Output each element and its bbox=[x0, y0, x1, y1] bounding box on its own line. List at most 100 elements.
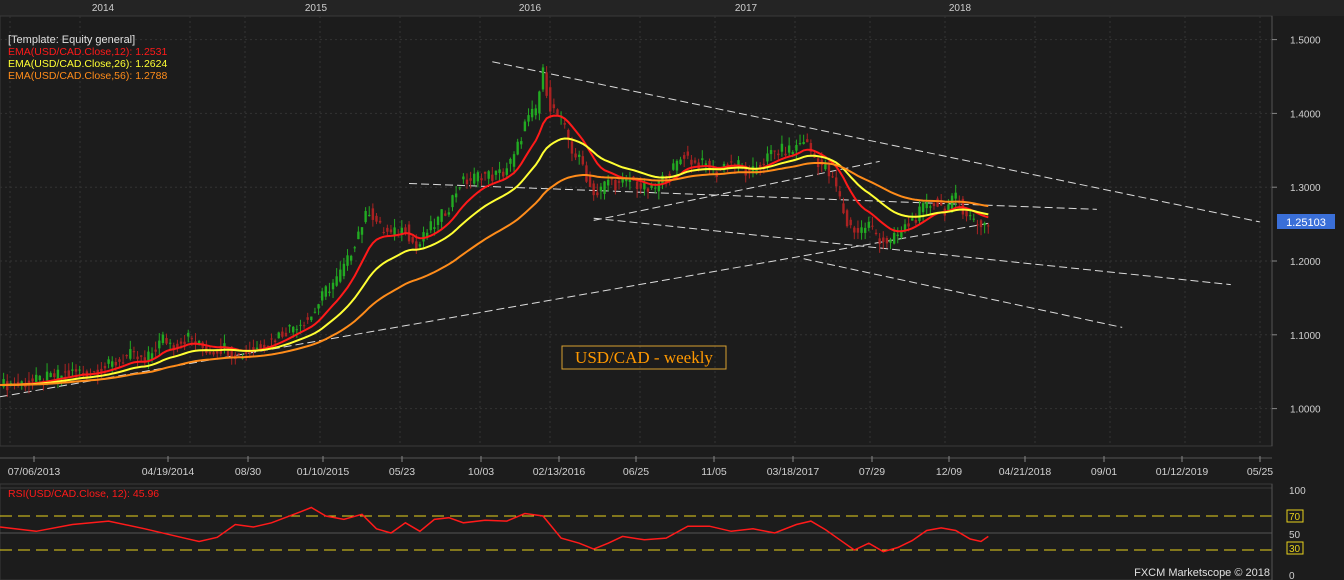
candle-body bbox=[154, 349, 157, 352]
legend-value: 1.2624 bbox=[135, 58, 167, 70]
candle-body bbox=[353, 247, 356, 249]
candle-body bbox=[208, 351, 212, 354]
x-tick-label: 04/19/2014 bbox=[142, 466, 195, 478]
candle-body bbox=[375, 215, 378, 222]
candle-body bbox=[690, 159, 693, 165]
candle-body bbox=[273, 340, 277, 342]
candle-body bbox=[798, 143, 802, 145]
candle-body bbox=[748, 169, 751, 171]
candle-body bbox=[585, 165, 588, 182]
candle-body bbox=[74, 369, 78, 372]
candle-body bbox=[520, 141, 523, 145]
candle-body bbox=[570, 141, 574, 154]
candle-body bbox=[871, 225, 874, 227]
candle-body bbox=[277, 332, 280, 339]
legend-entry: EMA(USD/CAD.Close,26): 1.2624 bbox=[8, 58, 167, 70]
candle-body bbox=[599, 186, 603, 192]
price-chart: 2014 2015 2016 2017 2018 1.0000 1.1000 1.2000 1… bbox=[0, 0, 1344, 580]
candle-body bbox=[67, 370, 70, 376]
candle-body bbox=[422, 232, 425, 242]
candle-body bbox=[491, 174, 494, 181]
candle-body bbox=[530, 108, 534, 118]
candle-body bbox=[168, 342, 172, 344]
rsi-tick-label: 0 bbox=[1289, 571, 1295, 580]
y-tick-label: 1.2000 bbox=[1290, 257, 1321, 268]
candle-body bbox=[512, 154, 516, 167]
candle-body bbox=[132, 351, 136, 353]
x-tick-label: 01/12/2019 bbox=[1156, 466, 1209, 478]
candle-body bbox=[968, 215, 972, 217]
footer-credit: FXCM Marketscope © 2018 bbox=[1134, 567, 1270, 579]
candle-body bbox=[538, 91, 541, 114]
x-tick-label: 10/03 bbox=[468, 466, 494, 478]
candle-body bbox=[541, 67, 545, 90]
candle-body bbox=[505, 168, 508, 175]
candle-body bbox=[730, 161, 733, 163]
candle-body bbox=[672, 163, 675, 170]
candle-body bbox=[773, 150, 776, 152]
candle-body bbox=[578, 154, 581, 157]
rsi-tick-label: 30 bbox=[1289, 544, 1301, 555]
candle-body bbox=[216, 351, 219, 354]
last-price-value: 1.25103 bbox=[1286, 217, 1326, 229]
candle-body bbox=[295, 329, 299, 331]
candle-body bbox=[628, 179, 632, 182]
y-tick-label: 1.4000 bbox=[1290, 109, 1321, 120]
candle-body bbox=[310, 316, 313, 321]
candle-body bbox=[313, 311, 317, 313]
candle-body bbox=[896, 234, 899, 237]
legend-value: 1.2788 bbox=[135, 70, 167, 82]
candle-body bbox=[368, 214, 371, 217]
candle-body bbox=[682, 155, 686, 159]
candle-body bbox=[838, 191, 842, 197]
candle-body bbox=[932, 203, 936, 207]
x-tick-label: 03/18/2017 bbox=[767, 466, 820, 478]
candle-body bbox=[921, 203, 925, 213]
candle-body bbox=[288, 325, 291, 327]
candle-body bbox=[317, 304, 320, 309]
candle-body bbox=[382, 231, 385, 233]
candle-body bbox=[386, 227, 389, 232]
candle-body bbox=[190, 338, 194, 340]
candle-body bbox=[693, 160, 697, 163]
candle-body bbox=[556, 109, 559, 116]
candle-body bbox=[114, 361, 118, 366]
rsi-tick-label: 70 bbox=[1289, 512, 1301, 523]
candle-body bbox=[882, 237, 885, 243]
rsi-tick-label: 100 bbox=[1289, 486, 1306, 497]
candle-body bbox=[335, 276, 338, 286]
candle-body bbox=[187, 332, 190, 337]
rsi-legend: RSI(USD/CAD.Close, 12): 45.96 bbox=[8, 488, 159, 500]
candle-body bbox=[936, 198, 939, 207]
candle-body bbox=[831, 176, 834, 178]
candle-body bbox=[118, 359, 121, 362]
candle-body bbox=[328, 291, 331, 294]
candle-body bbox=[436, 216, 440, 226]
candle-body bbox=[147, 351, 150, 361]
candle-body bbox=[972, 218, 975, 220]
x-tick-label: 07/29 bbox=[859, 466, 885, 478]
candle-body bbox=[476, 172, 480, 182]
x-tick-label: 08/30 bbox=[235, 466, 261, 478]
legend-name: EMA(USD/CAD.Close,56): bbox=[8, 70, 135, 82]
candle-body bbox=[371, 208, 375, 220]
top-axis-year: 2018 bbox=[949, 3, 972, 14]
candle-body bbox=[588, 174, 592, 187]
candle-body bbox=[498, 169, 501, 173]
top-axis-year: 2017 bbox=[735, 3, 758, 14]
candle-body bbox=[523, 121, 527, 132]
x-tick-label: 06/25 bbox=[623, 466, 649, 478]
candle-body bbox=[686, 151, 689, 156]
candle-body bbox=[31, 378, 34, 382]
candle-body bbox=[549, 87, 552, 112]
candle-body bbox=[827, 164, 831, 177]
candle-body bbox=[795, 144, 798, 151]
candle-body bbox=[143, 357, 146, 361]
top-axis-year: 2016 bbox=[519, 3, 542, 14]
candle-body bbox=[465, 179, 469, 185]
candle-body bbox=[592, 183, 595, 196]
x-tick-label: 07/06/2013 bbox=[8, 466, 61, 478]
candle-body bbox=[635, 181, 639, 189]
candle-body bbox=[71, 369, 74, 371]
candle-body bbox=[892, 232, 896, 244]
